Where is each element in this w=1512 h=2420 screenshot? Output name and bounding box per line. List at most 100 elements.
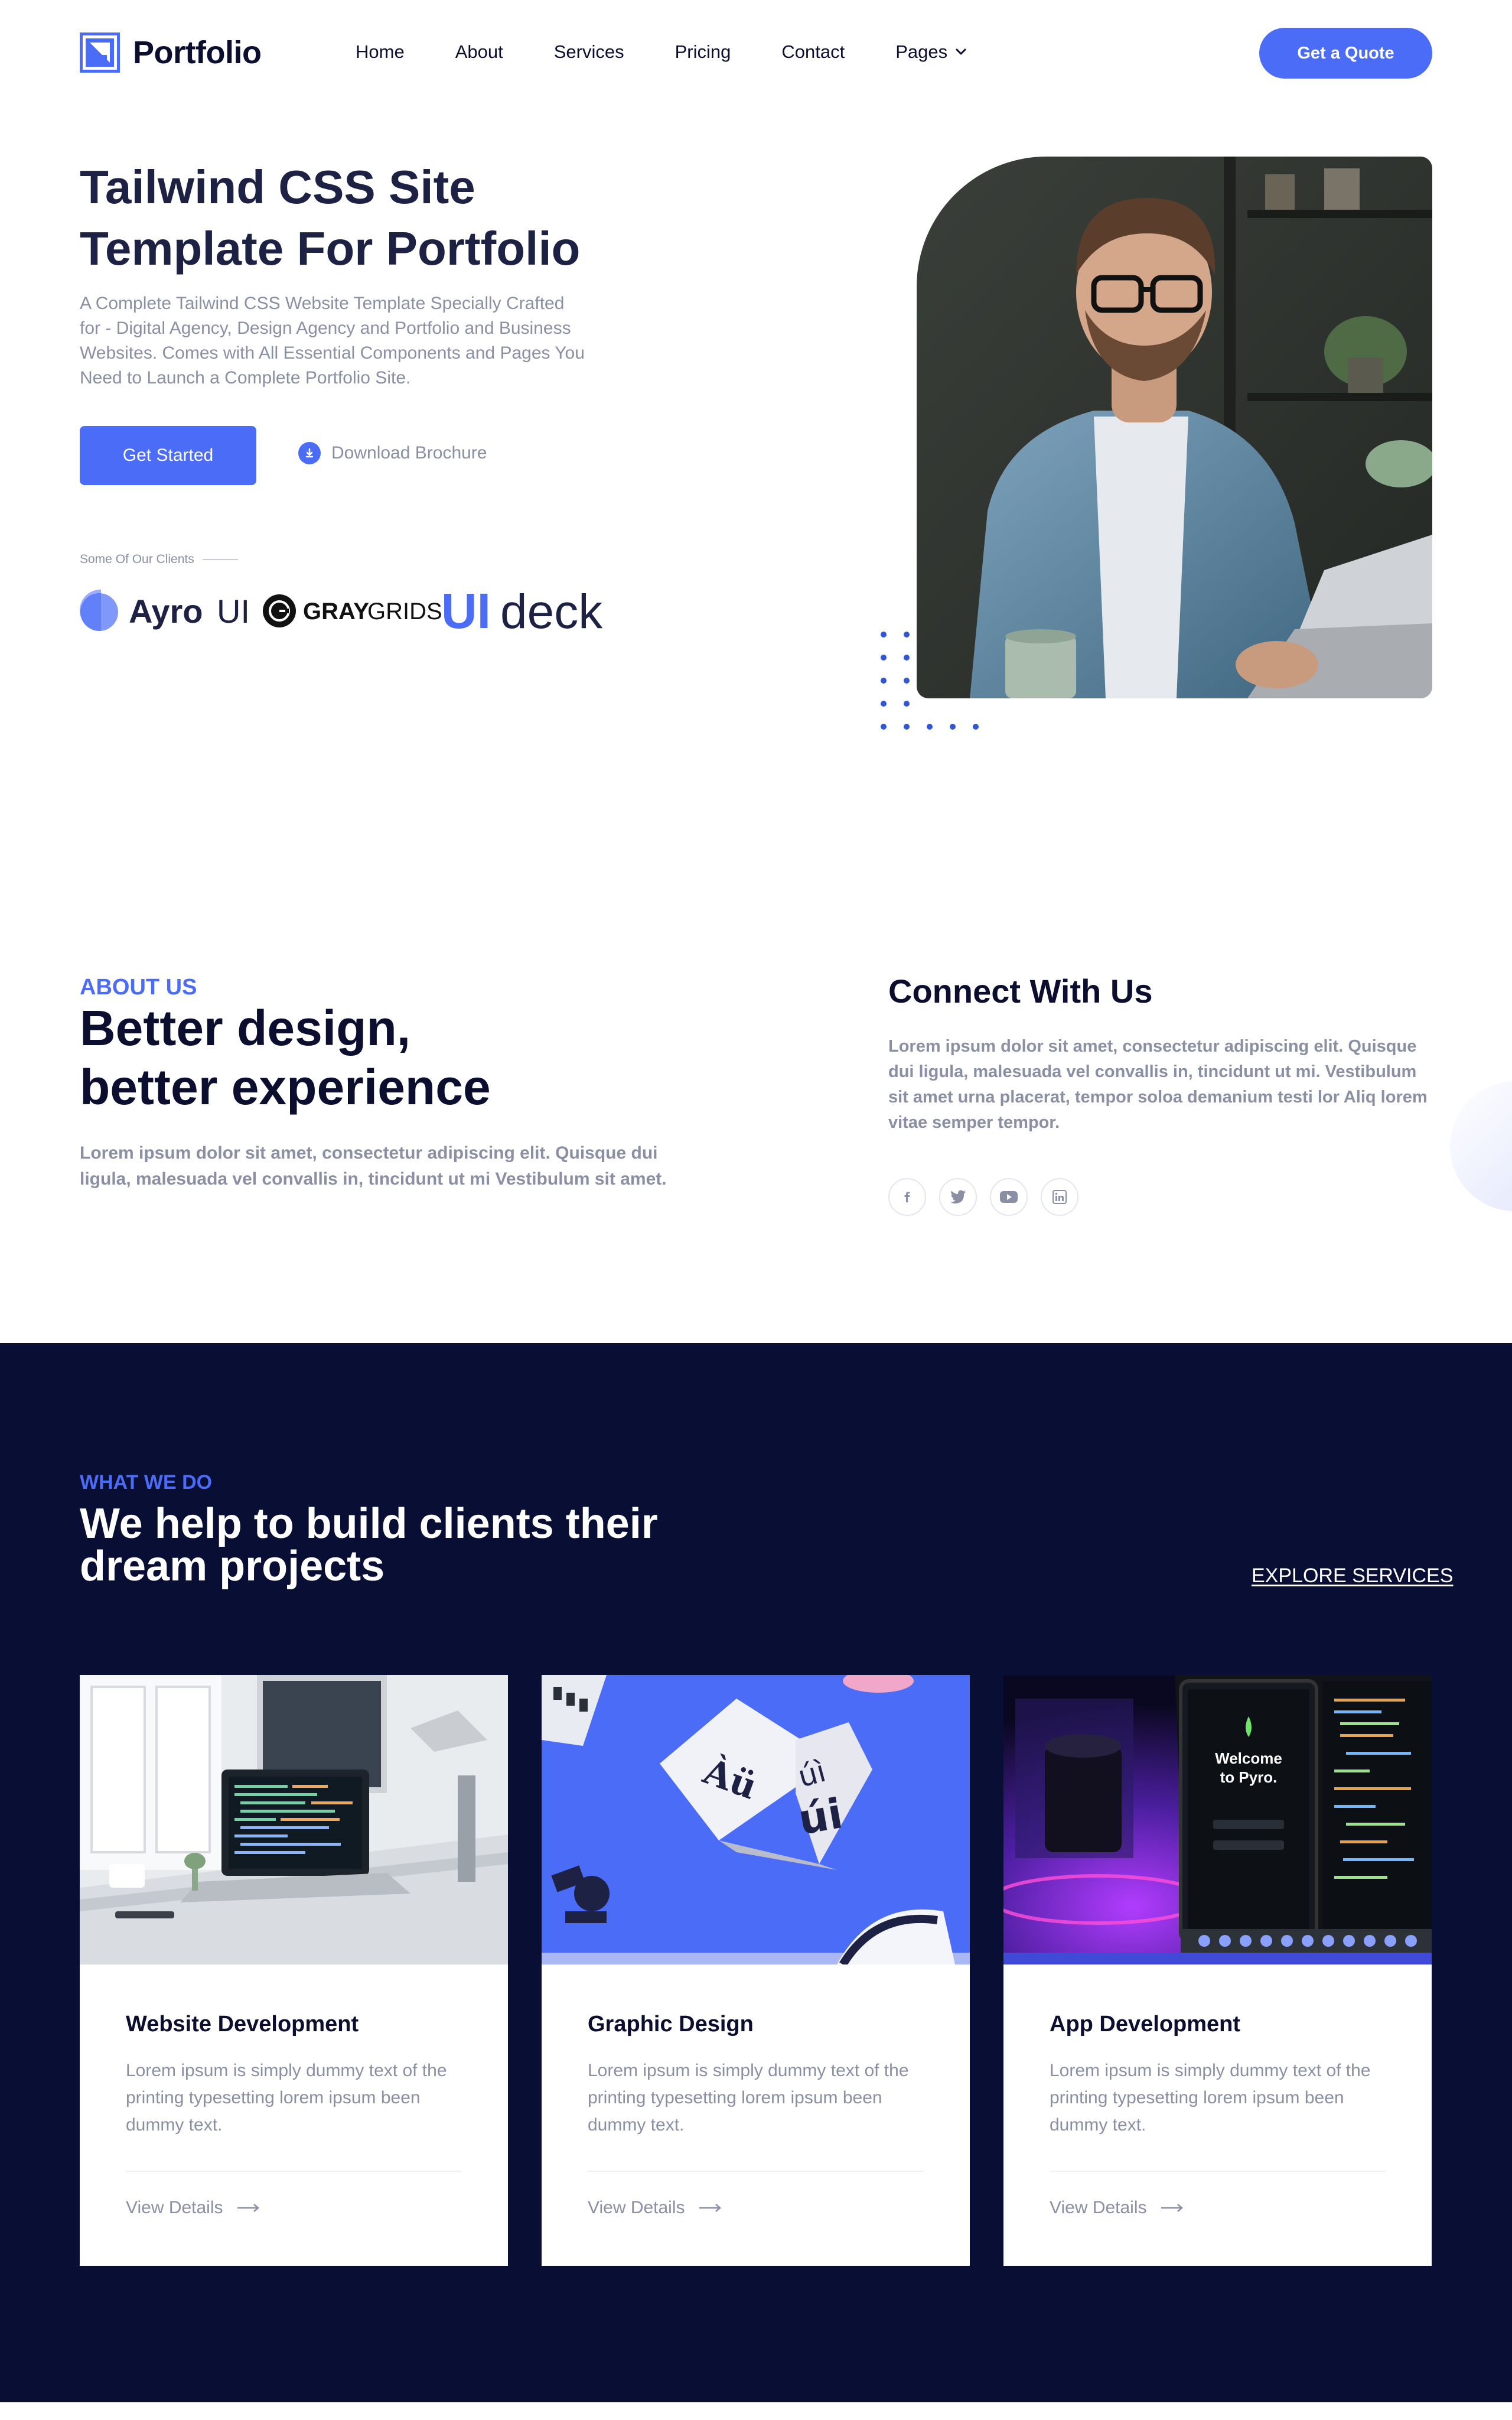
service-card-description: Lorem ipsum is simply dummy text of the … [126,2061,447,2135]
decorative-dot [927,724,933,730]
about-description: Lorem ipsum dolor sit amet, consectetur … [80,1143,667,1189]
book-glyphs-right-bottom: úi [795,1789,846,1845]
decorative-dot [950,724,956,730]
nav-about[interactable]: About [455,41,503,63]
view-details-label: View Details [126,2198,223,2217]
neon-laptop-illustration: Welcome to Pyro. [1003,1675,1432,1964]
client-graygrids-bold: GRAY [303,599,369,624]
get-started-button[interactable]: Get Started [80,426,256,485]
view-details-link[interactable]: View Details [588,2198,924,2218]
service-card-image: Welcome to Pyro. [1003,1675,1432,1964]
decorative-dot [904,678,910,684]
view-details-link[interactable]: View Details [1050,2198,1386,2218]
decorative-dot [881,701,887,707]
app-screen-line2: to Pyro. [1220,1768,1278,1786]
logo-text: Portfolio [133,35,262,70]
nav-pages-label: Pages [895,41,948,62]
service-card-image: Àü úì úi [542,1675,970,1964]
divider [126,2171,462,2172]
client-logos: Ayro UI GRAY GRIDS UI deck [80,584,603,637]
connect-title: Connect With Us [888,972,1153,1010]
chevron-down-icon [956,48,966,55]
arrow-right-icon [237,2204,259,2212]
client-logo-uideck[interactable]: UI deck [441,584,603,637]
service-card-title: Graphic Design [588,2012,754,2037]
service-card-description: Lorem ipsum is simply dummy text of the … [1050,2061,1371,2135]
services-title: We help to build clients their dream pro… [80,1502,741,1588]
divider [588,2171,924,2172]
nav-pricing[interactable]: Pricing [675,41,731,63]
decorative-dot [904,724,910,730]
divider [1050,2171,1386,2172]
twitter-icon [950,1190,966,1204]
client-graygrids-light: GRIDS [367,599,442,624]
connect-description: Lorem ipsum dolor sit amet, consectetur … [888,1037,1428,1132]
decorative-dot [904,632,910,637]
service-card-graphic-design: Àü úì úi Graphic Design Lorem ipsum is s… [542,1675,970,2266]
decorative-dot [881,724,887,730]
about-title: Better design, better experience [80,998,611,1117]
service-cards: Website Development Lorem ipsum is simpl… [80,1675,1432,2266]
service-card-title: Website Development [126,2012,359,2037]
download-brochure-button[interactable]: Download Brochure [298,442,487,464]
client-uideck-light: deck [500,585,603,637]
client-logo-ayro-ui[interactable]: Ayro UI [80,589,250,632]
services-section: WHAT WE DO We help to build clients thei… [0,1343,1512,2402]
youtube-link[interactable] [990,1178,1028,1216]
get-a-quote-button[interactable]: Get a Quote [1259,28,1432,79]
arrow-right-icon [699,2204,721,2212]
service-card-body: Website Development Lorem ipsum is simpl… [80,2012,508,2218]
decorative-dot [881,632,887,637]
main-nav: Home About Services Pricing Contact Page… [356,41,967,63]
hero-description: A Complete Tailwind CSS Website Template… [80,294,585,388]
about-title-line1: Better design, [80,1000,411,1056]
nav-services[interactable]: Services [554,41,624,63]
service-card-body: Graphic Design Lorem ipsum is simply dum… [542,2012,970,2218]
site-header: Portfolio Home About Services Pricing Co… [0,0,1512,106]
arrow-right-icon [1161,2204,1183,2212]
service-card-website-development: Website Development Lorem ipsum is simpl… [80,1675,508,2266]
nav-pages[interactable]: Pages [895,41,967,63]
social-links [888,1178,1078,1216]
client-ayro-light: UI [217,593,250,630]
hero-title-line2: Template For Portfolio [80,222,581,275]
clients-label: Some Of Our Clients [80,552,238,567]
decorative-dot [904,655,910,661]
explore-services-link[interactable]: EXPLORE SERVICES [1252,1564,1453,1588]
laptop-desk-illustration [80,1675,508,1964]
nav-contact[interactable]: Contact [781,41,845,63]
decorative-dot [973,724,979,730]
about-title-line2: better experience [80,1059,491,1115]
youtube-icon [1000,1191,1018,1203]
logo-icon [80,32,120,73]
services-kicker: WHAT WE DO [80,1471,213,1494]
view-details-label: View Details [588,2198,685,2217]
decorative-circle [1450,1081,1512,1211]
linkedin-link[interactable] [1041,1178,1078,1216]
download-brochure-label: Download Brochure [331,443,487,463]
client-ayro-bold: Ayro [129,593,203,630]
twitter-link[interactable] [939,1178,977,1216]
service-card-image [80,1675,508,1964]
decorative-dot [904,701,910,707]
nav-home[interactable]: Home [356,41,405,63]
facebook-link[interactable] [888,1178,926,1216]
view-details-label: View Details [1050,2198,1147,2217]
services-title-line2: dream projects [80,1543,385,1590]
client-uideck-bold: UI [441,584,491,637]
logo[interactable]: Portfolio [80,32,262,73]
client-logo-graygrids[interactable]: GRAY GRIDS [263,594,442,627]
view-details-link[interactable]: View Details [126,2198,462,2218]
service-card-app-development: Welcome to Pyro. App Development Lorem i… [1003,1675,1432,2266]
hero-photo-illustration [917,157,1432,698]
decorative-dots [881,632,979,730]
hero-title-line1: Tailwind CSS Site [80,161,475,213]
service-card-title: App Development [1050,2012,1241,2037]
decorative-dot [881,655,887,661]
floating-book-illustration: Àü úì úi [542,1675,970,1964]
download-icon [298,442,321,464]
facebook-icon [904,1192,910,1202]
app-screen-line1: Welcome [1215,1749,1282,1767]
clients-label-text: Some Of Our Clients [80,552,194,566]
linkedin-icon [1052,1190,1067,1204]
